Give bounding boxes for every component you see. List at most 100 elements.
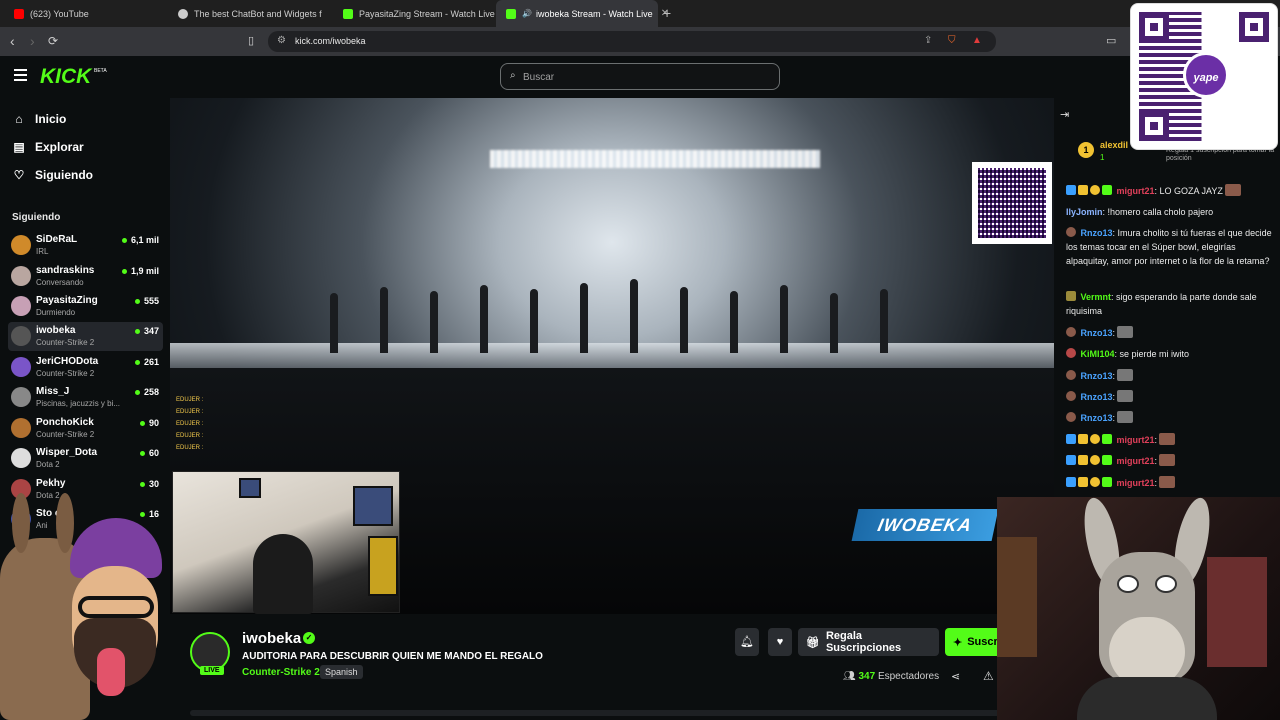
url-field[interactable]: ⚙ kick.com/iwobeka ⇪ ⛉ ▲ [268, 31, 996, 52]
live-badge: LIVE [200, 666, 224, 675]
stage-lights [490, 150, 820, 168]
chat-username[interactable]: KiMI104 [1081, 349, 1115, 359]
overlay-chat-line: EDUJER : [176, 409, 204, 415]
chat-username[interactable]: Vermnt [1081, 292, 1112, 302]
browser-tab[interactable]: (623) YouTube [4, 0, 166, 27]
nav-home[interactable]: ⌂ Inicio [12, 112, 66, 126]
browser-tab-active[interactable]: 🔊 iwobeka Stream - Watch Live ✕ [496, 0, 669, 27]
stream-category[interactable]: Counter-Strike 2 [242, 667, 320, 678]
followed-channel[interactable]: SiDeRaL IRL 6,1 mil [8, 231, 163, 260]
sidebar-toggle-icon[interactable]: ▭ [1106, 34, 1116, 47]
chat-username[interactable]: Rnzo13 [1081, 228, 1113, 238]
chat-text: : [1154, 435, 1158, 445]
brave-shield-icon[interactable]: ⛉ [948, 35, 956, 46]
viewer-count: 258 [135, 387, 159, 397]
gift-subs-button[interactable]: 🎁︎ Regala Suscripciones [798, 628, 939, 656]
rank-badge: 1 [1078, 142, 1094, 158]
nav-browse[interactable]: ▤ Explorar [12, 140, 84, 154]
chat-message: Rnzo13: [1066, 390, 1276, 404]
channel-name[interactable]: iwobeka [242, 630, 301, 647]
chat-text: : [1112, 413, 1116, 423]
chat-message: migurt21: LO GOZA JAYZ [1066, 184, 1276, 198]
overlay-chat: EDUJER : EDUJER : EDUJER : EDUJER : EDUJ… [176, 394, 203, 454]
followed-channel[interactable]: Wisper_Dota Dota 2 60 [8, 444, 163, 473]
chat-text: : LO GOZA JAYZ [1154, 186, 1223, 196]
channel-name: Wisper_Dota [36, 447, 98, 458]
emote [1224, 184, 1241, 196]
nav-following[interactable]: ♡ Siguiendo [12, 168, 93, 182]
channel-banner: IWOBEKA [851, 509, 999, 541]
tab-title: (623) YouTube [30, 8, 89, 19]
notification-bell-button[interactable]: 🔔︎ [735, 628, 759, 656]
heart-icon: ♥ [776, 636, 784, 648]
search-bar[interactable]: ⌕ [500, 63, 780, 90]
donkey-mask [1077, 497, 1217, 720]
nav-label: Explorar [35, 140, 84, 154]
back-icon[interactable]: ‹ [10, 33, 15, 49]
new-tab-button[interactable]: + [663, 5, 671, 21]
emote [1159, 476, 1176, 488]
avatar [11, 387, 31, 407]
channel-name: Miss_J [36, 386, 70, 397]
nav-label: Siguiendo [35, 168, 93, 182]
report-icon[interactable]: ⚠ [983, 669, 994, 683]
chat-username[interactable]: Rnzo13 [1081, 392, 1113, 402]
browser-tab[interactable]: PayasitaZing Stream - Watch Live [333, 0, 495, 27]
followed-channel[interactable]: PayasitaZing Durmiendo 555 [8, 292, 163, 321]
followed-channel[interactable]: sandraskins Conversando 1,9 mil [8, 262, 163, 291]
viewer-label: Espectadores [877, 671, 940, 682]
channel-category: Conversando [36, 278, 84, 287]
forward-icon[interactable]: › [30, 33, 35, 49]
rewards-icon[interactable]: ▲ [972, 35, 982, 46]
search-input[interactable] [523, 69, 763, 85]
site-settings-icon[interactable]: ⚙ [277, 35, 286, 46]
chat-username[interactable]: Rnzo13 [1081, 328, 1113, 338]
leader-user[interactable]: alexdil [1100, 140, 1128, 150]
followed-channel[interactable]: JeriCHODota Counter-Strike 2 261 [8, 353, 163, 382]
share-icon[interactable]: ⋖ [951, 670, 960, 683]
followed-channel[interactable]: Miss_J Piscinas, jacuzzis y bi... 258 [8, 383, 163, 412]
menu-icon[interactable] [14, 69, 27, 81]
share-icon[interactable]: ⇪ [924, 35, 932, 46]
channel-category: IRL [36, 247, 49, 256]
channel-category: Counter-Strike 2 [36, 338, 95, 347]
viewer-count: 90 [140, 418, 159, 428]
tab-title: iwobeka Stream - Watch Live [535, 8, 653, 19]
kick-logo[interactable]: KICK [40, 65, 91, 89]
site-header: KICK BETA ⌕ [0, 56, 1280, 98]
channel-name: sandraskins [36, 265, 95, 276]
collapse-chat-icon[interactable]: ⇥ [1060, 108, 1069, 121]
verified-icon: ✓ [303, 632, 315, 644]
star-icon: ✦ [953, 636, 963, 649]
chat-username[interactable]: migurt21 [1117, 478, 1155, 488]
chat-username[interactable]: migurt21 [1117, 186, 1155, 196]
users-icon: 👥︎ [843, 671, 856, 682]
follow-button[interactable]: ♥ [768, 628, 792, 656]
scroll-track[interactable] [190, 710, 1050, 716]
url-text: kick.com/iwobeka [295, 36, 366, 46]
chat-username[interactable]: Rnzo13 [1081, 413, 1113, 423]
speaker-icon: 🔊 [522, 9, 532, 18]
gift-icon: 🎁︎ [806, 636, 820, 649]
overlay-chat-line: EDUJER : [176, 397, 204, 403]
viewer-count: 261 [135, 357, 159, 367]
tab-title: The best ChatBot and Widgets for Ki [194, 8, 322, 19]
browser-tab[interactable]: The best ChatBot and Widgets for Ki [168, 0, 332, 27]
emote [1159, 433, 1176, 445]
channel-name: iwobeka [36, 325, 76, 336]
followed-channel[interactable]: PonchoKick Counter-Strike 2 90 [8, 414, 163, 443]
chat-username[interactable]: Rnzo13 [1081, 371, 1113, 381]
language-tag[interactable]: Spanish [320, 665, 363, 679]
followed-channel-active[interactable]: iwobeka Counter-Strike 2 347 [8, 322, 163, 351]
video-player[interactable]: EDUJER : EDUJER : EDUJER : EDUJER : EDUJ… [170, 98, 1054, 614]
chat-username[interactable]: migurt21 [1117, 456, 1155, 466]
channel-category: Durmiendo [36, 308, 76, 317]
viewer-count: 347 [135, 326, 159, 336]
reload-icon[interactable]: ⟳ [48, 34, 58, 48]
chat-username[interactable]: migurt21 [1117, 435, 1155, 445]
chat-username[interactable]: IlyJomin [1066, 207, 1103, 217]
chat-text: : [1154, 456, 1158, 466]
gift-subs-label: Regala Suscripciones [825, 630, 902, 654]
bookmark-icon[interactable]: ▯ [248, 34, 254, 47]
chat-message: Rnzo13: [1066, 411, 1276, 425]
